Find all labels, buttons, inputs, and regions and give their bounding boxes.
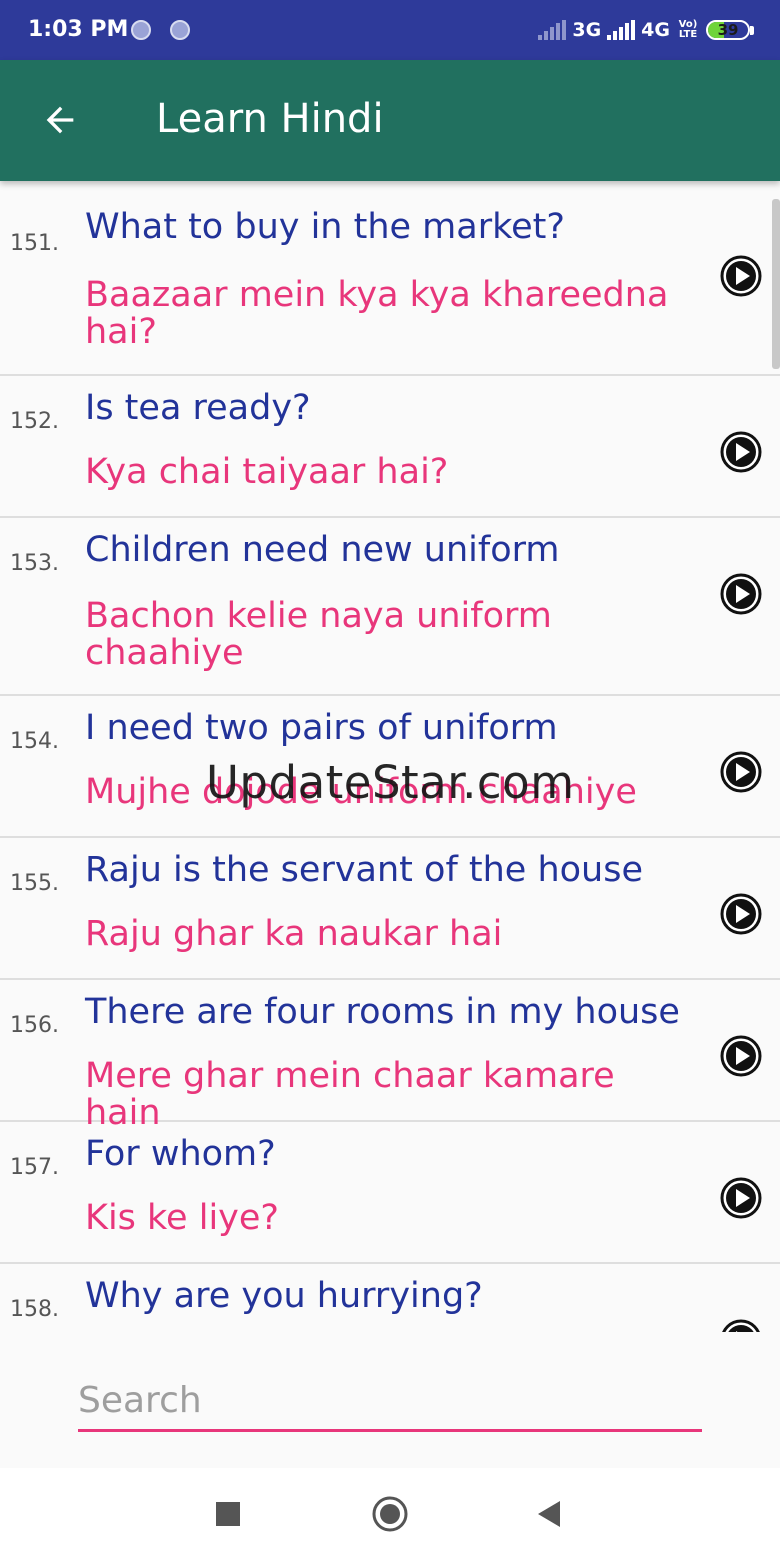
signal-strength-icon xyxy=(607,20,636,40)
play-icon[interactable] xyxy=(720,573,762,615)
status-time: 1:03 PM xyxy=(28,17,129,42)
play-icon[interactable] xyxy=(720,1319,762,1332)
phrase-row[interactable]: 153. Children need new uniform Bachon keli… xyxy=(0,518,780,696)
hindi-phrase: Raju ghar ka naukar hai xyxy=(85,914,503,954)
status-indicators: 3G 4G Vo) LTE 39 xyxy=(538,16,754,44)
notification-dot-icon xyxy=(170,20,190,40)
app-bar: Learn Hindi xyxy=(0,60,780,181)
arrow-left-icon xyxy=(46,106,74,134)
triangle-back-icon xyxy=(538,1501,560,1527)
hindi-phrase: Baazaar mein kya kya khareedna hai? xyxy=(85,275,669,352)
hindi-phrase: Kis ke liye? xyxy=(85,1198,279,1238)
search-area xyxy=(0,1332,780,1468)
english-phrase: Raju is the servant of the house xyxy=(85,850,644,890)
english-phrase: Children need new uniform xyxy=(85,530,560,570)
english-phrase: Why are you hurrying? xyxy=(85,1276,483,1316)
search-input[interactable] xyxy=(78,1376,702,1432)
english-phrase: There are four rooms in my house xyxy=(85,992,680,1032)
home-button[interactable] xyxy=(366,1490,414,1538)
phrase-number: 151. xyxy=(10,231,59,256)
phrase-row[interactable]: 152. Is tea ready? Kya chai taiyaar hai? xyxy=(0,376,780,518)
phrase-row[interactable]: 155. Raju is the servant of the house Raju… xyxy=(0,838,780,980)
phrase-row[interactable]: 157. For whom? Kis ke liye? xyxy=(0,1122,780,1264)
square-recents-icon xyxy=(216,1502,240,1526)
network-type-1: 3G xyxy=(572,19,602,41)
page-title: Learn Hindi xyxy=(156,96,384,142)
nav-back-button[interactable] xyxy=(524,1490,572,1538)
volte-badge: Vo) LTE xyxy=(678,19,698,40)
phrase-number: 153. xyxy=(10,551,59,576)
system-nav-bar xyxy=(0,1468,780,1560)
phrase-number: 154. xyxy=(10,729,59,754)
phrase-number: 158. xyxy=(10,1297,59,1322)
english-phrase: Is tea ready? xyxy=(85,388,311,428)
play-icon[interactable] xyxy=(720,255,762,297)
english-phrase: What to buy in the market? xyxy=(85,207,565,247)
phrase-row[interactable]: 158. Why are you hurrying? xyxy=(0,1264,780,1332)
hindi-phrase: Mere ghar mein chaar kamare hain xyxy=(85,1056,615,1133)
english-phrase: I need two pairs of uniform xyxy=(85,708,558,748)
play-icon[interactable] xyxy=(720,893,762,935)
english-phrase: For whom? xyxy=(85,1134,276,1174)
play-icon[interactable] xyxy=(720,751,762,793)
phrase-row[interactable]: 156. There are four rooms in my house Mere… xyxy=(0,980,780,1132)
watermark: UpdateStar.com xyxy=(206,756,575,809)
recents-button[interactable] xyxy=(204,1490,252,1538)
play-icon[interactable] xyxy=(720,431,762,473)
status-bar: 1:03 PM 3G 4G Vo) LTE 39 xyxy=(0,0,780,60)
circle-home-icon xyxy=(372,1496,408,1532)
hindi-phrase: Bachon kelie naya uniform chaahiye xyxy=(85,596,552,673)
network-type-2: 4G xyxy=(641,19,670,41)
phrase-number: 156. xyxy=(10,1013,59,1038)
back-button[interactable] xyxy=(30,90,90,150)
play-icon[interactable] xyxy=(720,1035,762,1077)
phrase-number: 152. xyxy=(10,409,59,434)
hindi-phrase: Kya chai taiyaar hai? xyxy=(85,452,449,492)
signal-strength-icon xyxy=(538,20,567,40)
phrase-number: 155. xyxy=(10,871,59,896)
play-icon[interactable] xyxy=(720,1177,762,1219)
notification-dot-icon xyxy=(131,20,151,40)
phrase-number: 157. xyxy=(10,1155,59,1180)
phrase-row[interactable]: 151. What to buy in the market? Baazaar me… xyxy=(0,181,780,376)
battery-level: 39 xyxy=(717,21,739,39)
battery-icon: 39 xyxy=(706,20,754,40)
